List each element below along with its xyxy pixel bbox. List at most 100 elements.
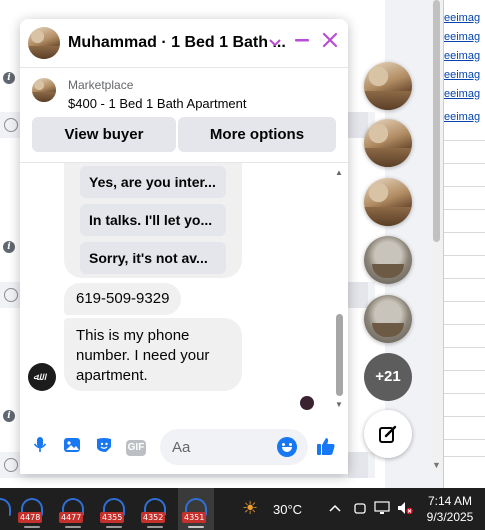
- emoji-icon[interactable]: [277, 437, 297, 457]
- divider: [444, 232, 485, 233]
- taskbar-app-button[interactable]: 4351: [178, 488, 214, 530]
- volume-muted-icon[interactable]: [397, 501, 413, 518]
- view-buyer-button[interactable]: View buyer: [32, 117, 176, 152]
- scroll-down-arrow-icon[interactable]: ▼: [432, 460, 441, 470]
- sticker-icon[interactable]: [92, 436, 116, 460]
- suggested-reply[interactable]: Sorry, it's not av...: [80, 242, 226, 274]
- message-composer: GIF: [20, 424, 348, 474]
- post-footer-edge: [348, 452, 368, 478]
- listing-avatar[interactable]: [28, 27, 60, 59]
- temperature: 30°C: [273, 502, 303, 517]
- meet-now-icon[interactable]: [352, 501, 368, 518]
- chat-window: Muhammad · 1 Bed 1 Bath ... Marketplace …: [20, 19, 348, 474]
- circle-icon[interactable]: [4, 458, 18, 472]
- thumbs-up-icon[interactable]: [314, 436, 338, 460]
- network-icon[interactable]: [374, 501, 390, 518]
- listing-title: $400 - 1 Bed 1 Bath Apartment: [68, 96, 247, 111]
- clock-date: 9/3/2025: [426, 510, 474, 524]
- scroll-down-arrow-icon[interactable]: ▼: [335, 400, 343, 409]
- close-icon[interactable]: [319, 32, 341, 54]
- message-list: Yes, are you inter... In talks. I'll let…: [20, 163, 348, 415]
- chat-head[interactable]: [364, 62, 412, 110]
- divider: [444, 255, 485, 256]
- minimize-icon[interactable]: [291, 32, 313, 54]
- right-pane: eeimag eeimag eeimag eeimag eeimag eeima…: [443, 0, 485, 488]
- new-message-button[interactable]: [364, 410, 412, 458]
- divider: [444, 393, 485, 394]
- weather-icon: ☀: [242, 498, 259, 518]
- chat-header[interactable]: Muhammad · 1 Bed 1 Bath ...: [20, 19, 348, 68]
- suggested-replies: Yes, are you inter... In talks. I'll let…: [64, 163, 242, 278]
- system-clock[interactable]: 7:14 AM 9/3/2025: [418, 493, 482, 525]
- divider: [444, 324, 485, 325]
- circle-icon[interactable]: [4, 288, 18, 302]
- chat-head[interactable]: [364, 295, 412, 343]
- link-text[interactable]: eeimag: [444, 12, 480, 27]
- photo-icon[interactable]: [60, 436, 84, 460]
- weather-widget[interactable]: ☀ 30°C: [242, 496, 312, 522]
- listing-source: Marketplace: [68, 78, 134, 92]
- sender-avatar[interactable]: ﷲ: [28, 363, 56, 391]
- running-indicator: [24, 526, 40, 528]
- marketplace-listing[interactable]: Marketplace $400 - 1 Bed 1 Bath Apartmen…: [20, 69, 348, 114]
- listing-thumbnail: [32, 78, 56, 102]
- link-text[interactable]: eeimag: [444, 88, 480, 103]
- link-text[interactable]: eeimag: [444, 69, 480, 84]
- taskbar-app-button[interactable]: 4478: [14, 488, 50, 530]
- divider: [444, 301, 485, 302]
- message-bubble[interactable]: 619-509-9329: [64, 283, 182, 315]
- message-scrollbar-thumb[interactable]: [336, 314, 343, 396]
- info-icon[interactable]: i: [3, 241, 15, 253]
- link-text[interactable]: eeimag: [444, 31, 480, 46]
- running-indicator: [65, 526, 81, 528]
- divider: [444, 347, 485, 348]
- divider: [444, 456, 485, 457]
- chat-head[interactable]: [364, 236, 412, 284]
- divider: [444, 163, 485, 164]
- running-indicator: [188, 526, 204, 528]
- circle-icon[interactable]: [4, 118, 18, 132]
- gif-icon[interactable]: GIF: [126, 440, 146, 456]
- link-text[interactable]: eeimag: [444, 50, 480, 65]
- running-indicator: [147, 526, 163, 528]
- app-badge: 4352: [141, 512, 166, 523]
- divider: [444, 209, 485, 210]
- divider: [444, 439, 485, 440]
- chat-head[interactable]: [364, 178, 412, 226]
- message-bubble[interactable]: This is my phone number. I need your apa…: [64, 318, 242, 391]
- suggested-reply[interactable]: Yes, are you inter...: [80, 166, 226, 198]
- running-indicator: [106, 526, 122, 528]
- app-badge: 4351: [182, 512, 207, 523]
- taskbar-app-button[interactable]: 4355: [96, 488, 132, 530]
- link-text[interactable]: eeimag: [444, 111, 480, 126]
- chevron-up-icon[interactable]: [327, 501, 343, 515]
- divider: [444, 370, 485, 371]
- info-icon[interactable]: i: [3, 410, 15, 422]
- app-badge: 4478: [18, 512, 43, 523]
- avatar-glyph-icon: ﷲ: [33, 371, 40, 383]
- divider: [444, 278, 485, 279]
- page-scrollbar[interactable]: ▼: [431, 0, 442, 472]
- microphone-icon[interactable]: [28, 436, 52, 460]
- app-badge: 4477: [59, 512, 84, 523]
- taskbar-app-button[interactable]: 4352: [137, 488, 173, 530]
- more-chats-badge[interactable]: +21: [364, 353, 412, 401]
- chat-title[interactable]: Muhammad · 1 Bed 1 Bath ...: [68, 34, 286, 52]
- divider: [444, 140, 485, 141]
- page-scrollbar-thumb[interactable]: [433, 0, 440, 242]
- app-logo-icon: [0, 498, 11, 516]
- more-options-button[interactable]: More options: [178, 117, 336, 152]
- seen-receipt-avatar: [300, 396, 314, 410]
- divider: [444, 186, 485, 187]
- divider: [444, 416, 485, 417]
- info-icon[interactable]: i: [3, 72, 15, 84]
- taskbar-app-button[interactable]: 4477: [55, 488, 91, 530]
- suggested-reply[interactable]: In talks. I'll let yo...: [80, 204, 226, 236]
- message-scrollbar[interactable]: ▲ ▼: [332, 164, 346, 412]
- chat-head[interactable]: [364, 119, 412, 167]
- taskbar: 4478 4477 4355 4352 4351 ☀ 30°C 7:14 AM …: [0, 488, 485, 530]
- clock-time: 7:14 AM: [427, 494, 473, 508]
- scroll-up-arrow-icon[interactable]: ▲: [335, 168, 343, 177]
- chevron-down-icon[interactable]: [264, 32, 286, 54]
- post-footer-edge: [348, 282, 368, 308]
